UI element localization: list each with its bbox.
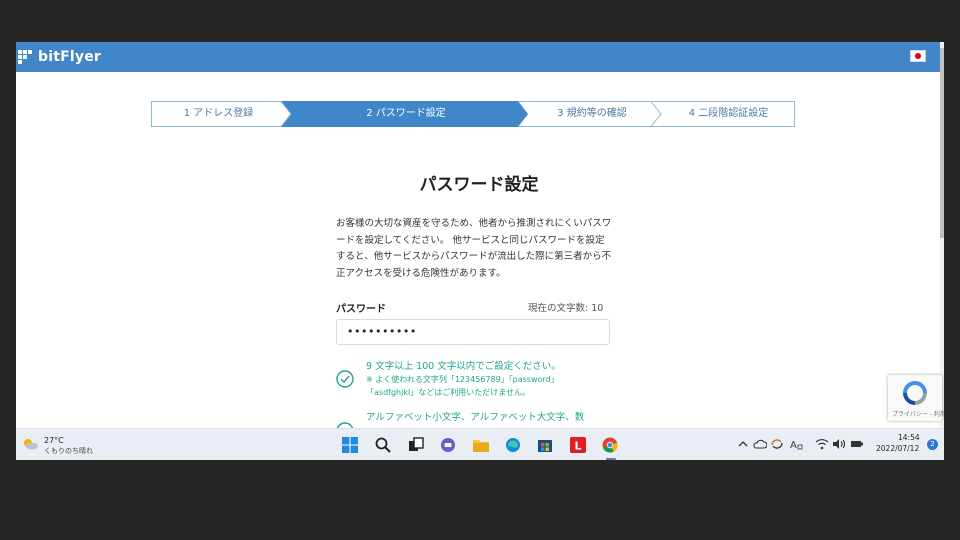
notification-badge[interactable]: 2 <box>927 439 938 450</box>
volume-icon[interactable] <box>832 437 846 451</box>
search-icon[interactable] <box>373 435 393 455</box>
chevron-up-icon[interactable] <box>736 437 750 451</box>
rule-length-title: 9 文字以上 100 文字以内でご設定ください。 <box>366 361 561 372</box>
onedrive-cloud-icon[interactable] <box>753 437 767 451</box>
clock-time[interactable]: 14:54 <box>898 433 920 442</box>
scrollbar-thumb[interactable] <box>940 48 944 238</box>
edge-icon[interactable] <box>503 435 523 455</box>
recaptcha-links[interactable]: プライバシー - 利用規約 <box>892 409 944 418</box>
page-scrollbar[interactable] <box>940 42 944 428</box>
bitflyer-logo-icon <box>18 50 34 64</box>
step-3-terms: 3 規約等の確認 <box>557 108 627 119</box>
rule-length-note: ※ よく使われる文字列「123456789」「password」 <box>366 375 559 384</box>
windows-taskbar: 27°C くもりのち晴れ L A 14:54 2022/07/12 2 <box>16 428 944 460</box>
intro-text: お客様の大切な資産を守るため、他者から推測されにくいパスワードを設定してください… <box>336 218 612 279</box>
svg-text:L: L <box>574 440 581 453</box>
password-label: パスワード <box>336 304 386 315</box>
check-circle-icon <box>336 370 354 388</box>
weather-widget[interactable]: 27°C くもりのち晴れ <box>22 435 112 457</box>
partly-cloudy-icon <box>24 439 38 450</box>
ime-language-icon[interactable]: A <box>789 437 803 451</box>
wifi-icon[interactable] <box>815 437 829 451</box>
battery-icon[interactable] <box>850 437 864 451</box>
store-icon[interactable] <box>535 435 555 455</box>
step-1-address: 1 アドレス登録 <box>183 108 254 119</box>
step-4-two-factor: 4 二段階認証設定 <box>688 108 769 119</box>
weather-condition: くもりのち晴れ <box>44 447 93 455</box>
registration-steps: 1 アドレス登録 2 パスワード設定 3 規約等の確認 4 二段階認証設定 <box>151 101 796 127</box>
sync-icon[interactable] <box>770 437 784 451</box>
svg-text:A: A <box>790 440 797 450</box>
rule-length-note-2: 「asdfghjkl」などはご利用いただけません。 <box>366 388 530 397</box>
l-app-icon[interactable]: L <box>568 435 588 455</box>
chrome-icon[interactable] <box>600 435 620 455</box>
password-input[interactable]: •••••••••• <box>336 319 610 345</box>
active-app-indicator <box>606 458 616 460</box>
recaptcha-icon <box>903 381 927 405</box>
task-view-icon[interactable] <box>406 435 426 455</box>
chat-icon[interactable] <box>438 435 458 455</box>
recaptcha-badge[interactable]: プライバシー - 利用規約 <box>888 375 944 421</box>
logo-text: bitFlyer <box>38 49 102 65</box>
browser-viewport: bitFlyer 1 アドレス登録 2 パスワード設定 3 規約等の確認 4 二… <box>16 42 944 460</box>
japan-flag-icon[interactable] <box>910 50 926 62</box>
char-count: 現在の文字数: 10 <box>528 303 604 314</box>
clock-date[interactable]: 2022/07/12 <box>876 444 919 453</box>
weather-temperature: 27°C <box>44 436 64 445</box>
step-2-password: 2 パスワード設定 <box>366 108 446 119</box>
site-header: bitFlyer <box>16 42 942 72</box>
windows-start-icon[interactable] <box>340 435 360 455</box>
rule-charset-title: アルファベット小文字、アルファベット大文字、数 <box>366 412 585 423</box>
page-title: パスワード設定 <box>419 175 539 195</box>
bitflyer-logo[interactable]: bitFlyer <box>18 47 101 67</box>
file-explorer-icon[interactable] <box>471 435 491 455</box>
